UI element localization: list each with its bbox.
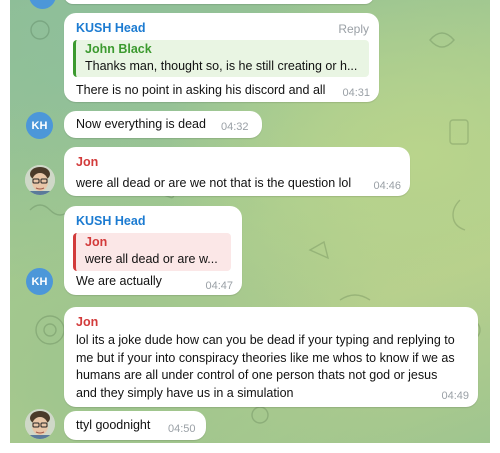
message-line: humans are all under control of one pers… [76, 368, 438, 382]
reply-quote[interactable]: Jon were all dead or are w... [73, 233, 231, 271]
message-bubble-ttyl-goodnight: ttyl goodnight 04:50 [64, 411, 206, 440]
quote-text: were all dead or are w... [85, 252, 218, 266]
quote-author: Jon [85, 235, 108, 249]
quote-author: John Black [85, 42, 152, 56]
sender-name[interactable]: Jon [76, 155, 98, 169]
message-bubble-now-everything-dead: Now everything is dead 04:32 [64, 111, 262, 138]
message-time: 04:47 [205, 280, 233, 292]
avatar-jon[interactable] [25, 165, 55, 195]
message-bubble-jon-were-all-dead: Jon were all dead or are we not that is … [64, 147, 410, 196]
message-text: We are actually [76, 274, 162, 288]
reply-quote[interactable]: John Black Thanks man, thought so, is he… [73, 40, 369, 77]
sender-name[interactable]: KUSH Head [76, 214, 145, 228]
message-text-lines: lol its a joke dude how can you be dead … [76, 332, 455, 402]
message-time: 04:50 [168, 423, 196, 435]
message-line: and they simply have us in a simulation [76, 385, 294, 400]
message-line: lol its a joke dude how can you be dead … [76, 333, 455, 347]
message-time: 04:32 [221, 121, 249, 133]
message-time: 04:49 [441, 390, 469, 402]
message-bubble-kush-reply-jon: KUSH Head Jon were all dead or are w... … [64, 206, 242, 295]
message-bubble-kush-reply-john: KUSH Head Reply John Black Thanks man, t… [64, 13, 379, 102]
previous-message-bubble [64, 0, 374, 4]
message-time: 04:31 [342, 87, 370, 99]
avatar-jon[interactable] [25, 409, 55, 439]
message-line: me but if your into conspiracy theories … [76, 350, 455, 365]
message-time: 04:46 [373, 180, 401, 192]
reply-button[interactable]: Reply [338, 22, 369, 36]
quote-text: Thanks man, thought so, is he still crea… [85, 59, 358, 73]
jon-photo-icon [25, 409, 55, 439]
sender-name[interactable]: Jon [76, 315, 98, 329]
message-text: Now everything is dead [76, 117, 206, 131]
message-text: ttyl goodnight [76, 418, 151, 432]
avatar-kh[interactable]: KH [26, 268, 53, 295]
jon-photo-icon [25, 165, 55, 195]
message-bubble-jon-long: Jon lol its a joke dude how can you be d… [64, 307, 478, 407]
avatar-kh[interactable]: KH [26, 112, 53, 139]
sender-name[interactable]: KUSH Head [76, 21, 145, 35]
message-text: were all dead or are we not that is the … [76, 176, 352, 190]
message-text: There is no point in asking his discord … [76, 83, 326, 97]
